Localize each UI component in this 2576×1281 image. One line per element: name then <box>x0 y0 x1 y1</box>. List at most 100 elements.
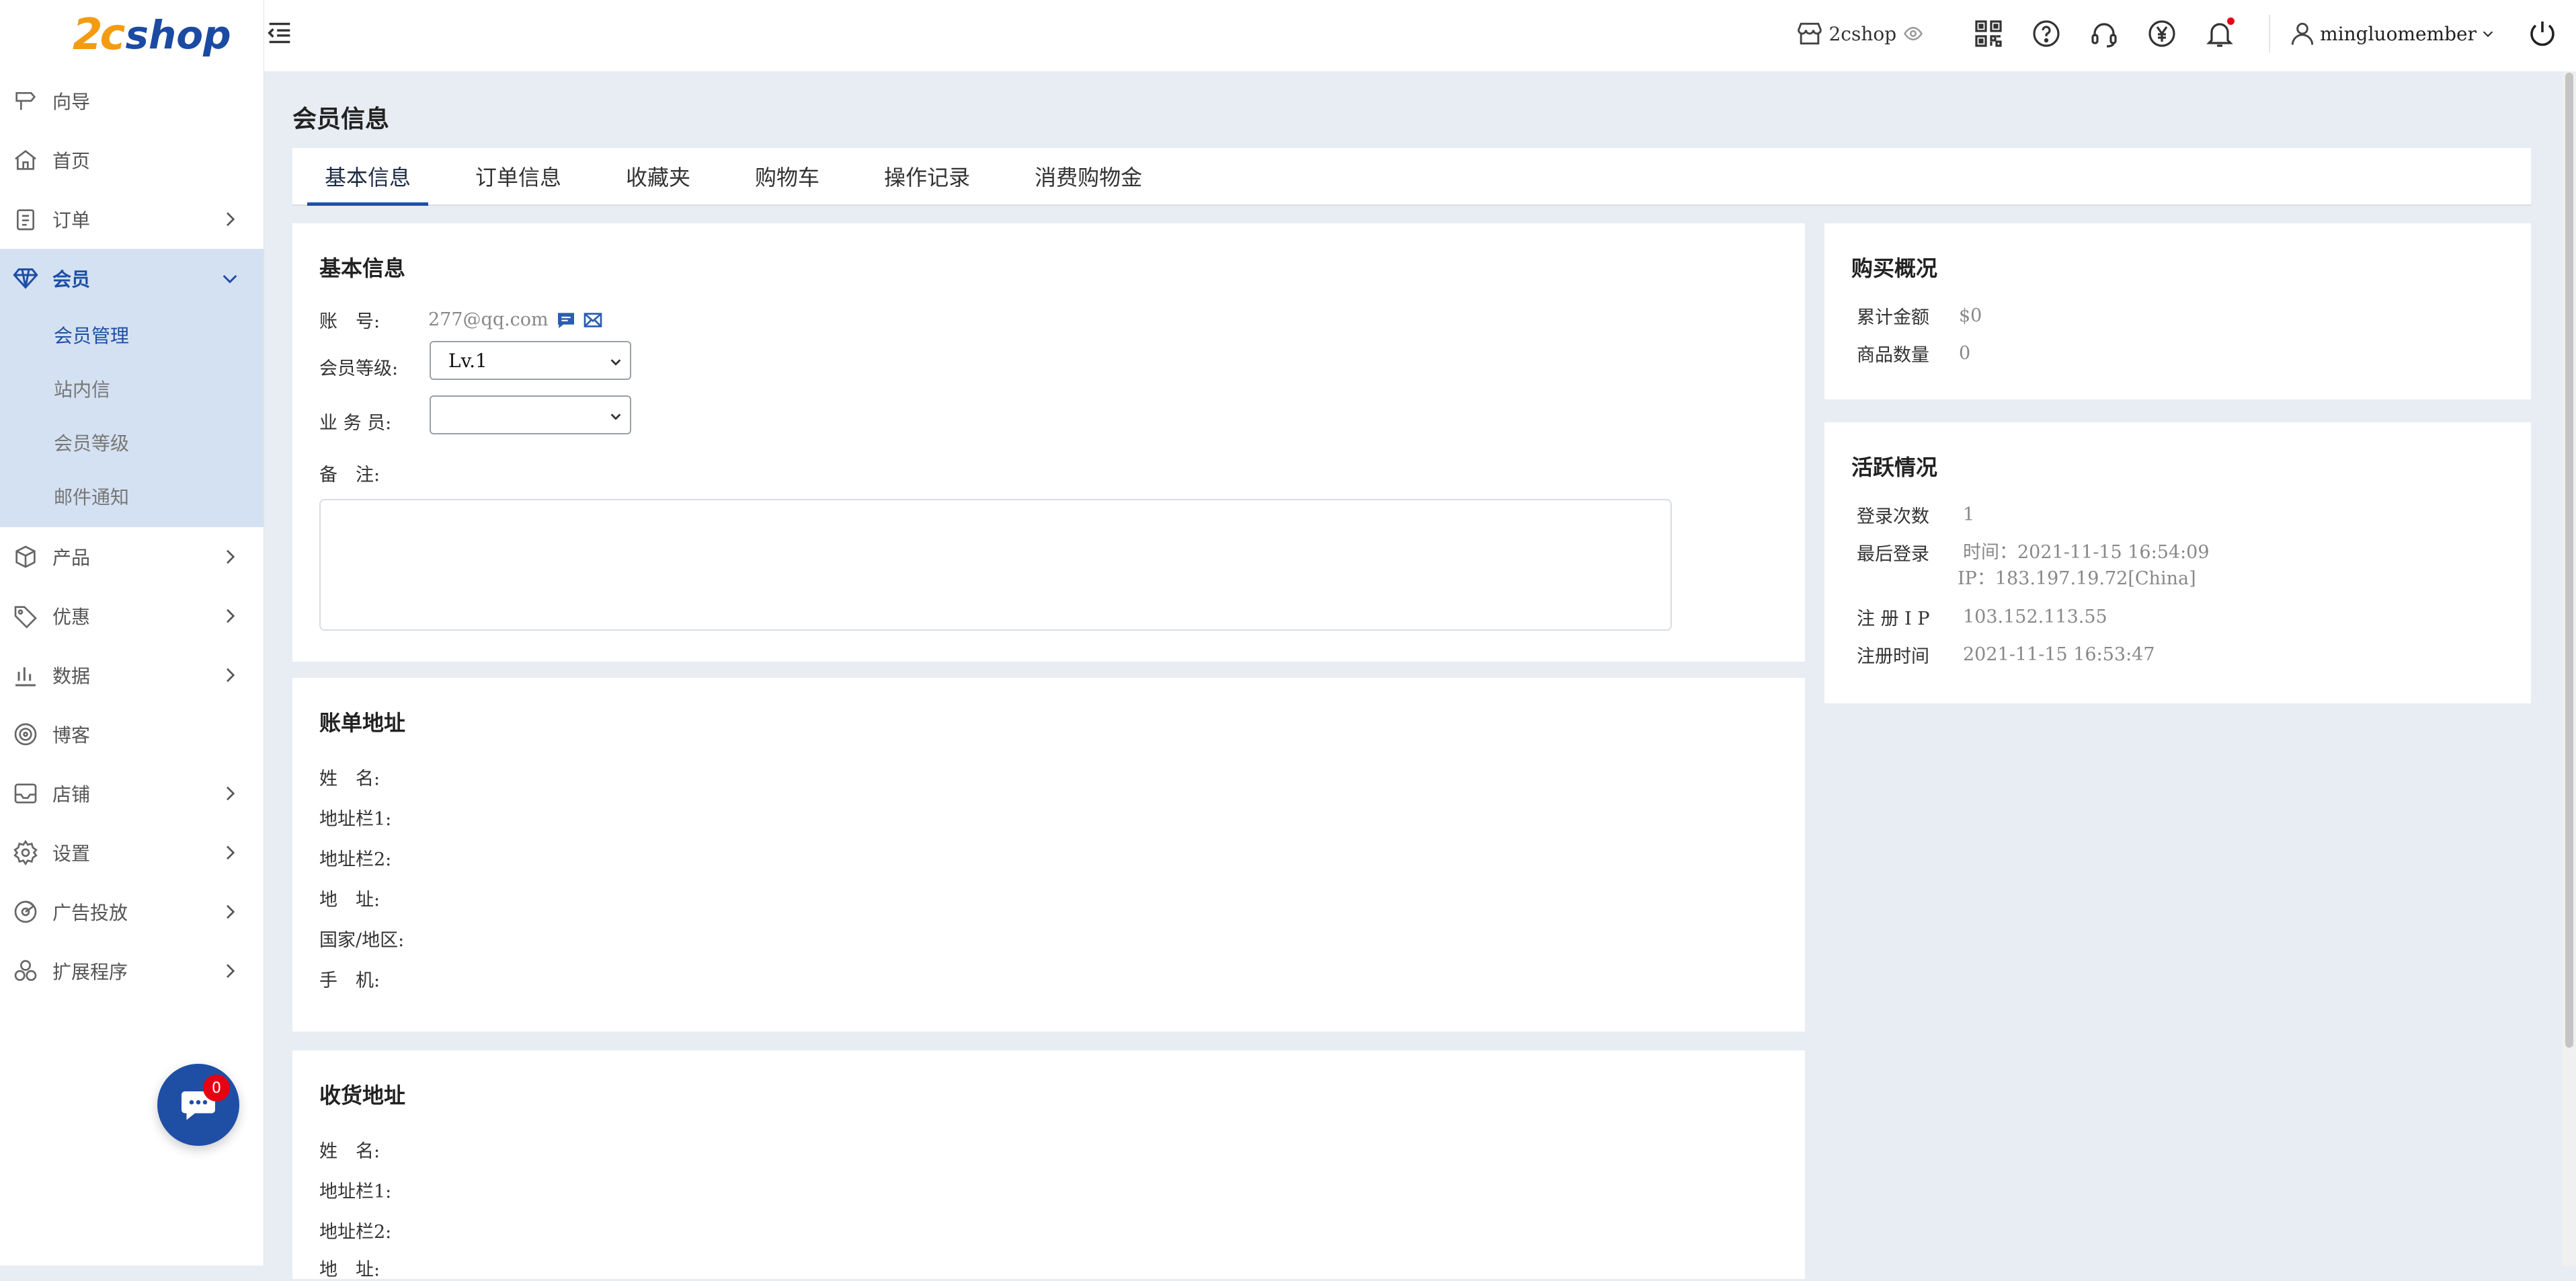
tab-favorites[interactable]: 收藏夹 <box>608 148 708 204</box>
message-icon[interactable] <box>555 309 577 331</box>
sidebar-item-home[interactable]: 首页 <box>0 130 264 190</box>
sidebar-item-label: 店铺 <box>52 783 91 806</box>
sidebar-item-label: 博客 <box>52 724 91 746</box>
field-label: 业 务 员: <box>319 413 392 434</box>
last-login-row: 最后登录 时间：2021-11-15 16:54:09 IP：183.197.1… <box>1857 539 2210 592</box>
sidebar-item-data[interactable]: 数据 <box>0 646 264 705</box>
chevron-right-icon <box>219 605 241 627</box>
sidebar-item-members[interactable]: 会员 <box>0 249 264 308</box>
sidebar-item-label: 设置 <box>52 843 91 865</box>
sidebar-item-label: 首页 <box>52 150 91 172</box>
billing-name-row: 姓 名: <box>319 764 380 790</box>
sidebar-item-blog[interactable]: 博客 <box>0 705 264 764</box>
chevron-down-icon <box>608 354 623 369</box>
tab-order-info[interactable]: 订单信息 <box>458 148 579 204</box>
sidebar-item-products[interactable]: 产品 <box>0 527 264 586</box>
field-label: 国家/地区: <box>319 930 405 951</box>
stat-label: 注 册 I P <box>1857 609 1930 629</box>
sidebar-item-orders[interactable]: 订单 <box>0 190 264 249</box>
ads-icon <box>12 898 39 925</box>
billing-address-row: 地 址: <box>319 885 380 911</box>
bell-icon[interactable] <box>2204 17 2236 50</box>
help-icon[interactable] <box>2030 17 2062 50</box>
billing-address1-row: 地址栏1: <box>319 804 391 830</box>
currency-yen-icon[interactable] <box>2146 17 2178 50</box>
total-amount-value: $0 <box>1959 305 1982 326</box>
sidebar-item-label: 订单 <box>52 209 91 231</box>
sidebar-item-promotions[interactable]: 优惠 <box>0 586 264 646</box>
shipping-address1-row: 地址栏1: <box>319 1177 391 1203</box>
mail-icon[interactable] <box>582 309 604 331</box>
main-content: 会员信息 基本信息 订单信息 收藏夹 购物车 操作记录 消费购物金 基本信息 账… <box>264 71 2563 1280</box>
menu-collapse-icon <box>264 17 295 48</box>
last-login-ip: IP：183.197.19.72[China] <box>1958 568 2196 590</box>
qrcode-icon[interactable] <box>1972 17 2005 50</box>
submenu-member-management[interactable]: 会员管理 <box>0 308 264 362</box>
register-time-value: 2021-11-15 16:53:47 <box>1963 644 2155 665</box>
tab-shopping-credit[interactable]: 消费购物金 <box>1017 148 1160 204</box>
submenu-inbox[interactable]: 站内信 <box>0 362 264 416</box>
store-icon <box>1795 19 1824 48</box>
user-menu[interactable]: mingluomember <box>2288 19 2498 48</box>
stat-label: 商品数量 <box>1857 345 1929 366</box>
sidebar-item-settings[interactable]: 设置 <box>0 823 264 882</box>
billing-address-card: 账单地址 姓 名: 地址栏1: 地址栏2: 地 址: 国家/地区: 手 机: <box>292 678 1805 1032</box>
card-title: 收货地址 <box>319 1083 406 1108</box>
member-level-row: 会员等级: <box>319 354 398 380</box>
sidebar-item-label: 会员 <box>52 268 91 290</box>
topbar: 2cshop mingluomember <box>264 0 2576 71</box>
register-ip-value: 103.152.113.55 <box>1963 607 2107 627</box>
register-ip-row: 注 册 I P 103.152.113.55 <box>1857 604 2107 630</box>
chevron-down-icon <box>608 409 623 424</box>
shipping-address2-row: 地址栏2: <box>319 1217 391 1243</box>
sidebar-item-label: 数据 <box>52 665 91 687</box>
tag-icon <box>12 603 39 629</box>
remark-textarea[interactable] <box>319 499 1672 631</box>
tab-cart[interactable]: 购物车 <box>737 148 837 204</box>
last-login-value: 时间：2021-11-15 16:54:09 IP：183.197.19.72[… <box>1958 539 2210 592</box>
page-title: 会员信息 <box>292 105 390 133</box>
headset-icon[interactable] <box>2088 17 2120 50</box>
sidebar-item-extensions[interactable]: 扩展程序 <box>0 941 264 1001</box>
login-count-value: 1 <box>1963 504 1975 525</box>
salesman-row: 业 务 员: <box>319 408 391 434</box>
tab-basic-info[interactable]: 基本信息 <box>307 148 429 206</box>
chevron-right-icon <box>219 664 241 686</box>
topbar-actions: 2cshop mingluomember <box>1795 0 2559 67</box>
shop-switcher[interactable]: 2cshop <box>1795 19 1927 48</box>
billing-phone-row: 手 机: <box>319 966 380 992</box>
member-level-select[interactable]: Lv.1 <box>430 341 631 380</box>
account-value: 277@qq.com <box>428 309 549 330</box>
logo[interactable]: 2c shop <box>73 3 231 67</box>
field-label: 地 址: <box>319 890 380 910</box>
eye-icon[interactable] <box>1903 24 1923 44</box>
chat-button[interactable]: 0 <box>157 1064 239 1146</box>
submenu-email-notify[interactable]: 邮件通知 <box>0 469 264 523</box>
chevron-right-icon <box>219 901 241 923</box>
username: mingluomember <box>2320 22 2477 45</box>
field-label: 姓 名: <box>319 1141 380 1162</box>
salesman-select[interactable] <box>430 395 631 434</box>
sidebar-toggle-button[interactable] <box>264 0 305 67</box>
sidebar-item-label: 产品 <box>52 547 91 569</box>
sidebar: 2c shop 向导 首页 订单 会员 会员管理 站内信 会员等级 邮件通知 产… <box>0 0 264 1266</box>
submenu-member-level[interactable]: 会员等级 <box>0 416 264 469</box>
basic-info-card: 基本信息 账 号: 277@qq.com 会员等级: Lv.1 业 务 员: 备… <box>292 223 1805 662</box>
card-title: 账单地址 <box>319 710 406 736</box>
card-title: 活跃情况 <box>1851 455 1938 480</box>
chevron-right-icon <box>219 208 241 230</box>
total-amount-row: 累计金额 $0 <box>1857 303 1982 329</box>
box-icon <box>12 543 39 570</box>
page-scrollbar[interactable] <box>2563 71 2576 1266</box>
tab-activity-log[interactable]: 操作记录 <box>867 148 988 204</box>
sidebar-item-store[interactable]: 店铺 <box>0 764 264 823</box>
logout-button[interactable] <box>2526 17 2559 50</box>
card-title: 购买概况 <box>1851 256 1938 281</box>
billing-country-row: 国家/地区: <box>319 925 404 952</box>
chevron-right-icon <box>219 842 241 863</box>
extensions-icon <box>12 958 39 984</box>
sidebar-item-ads[interactable]: 广告投放 <box>0 882 264 941</box>
shipping-name-row: 姓 名: <box>319 1136 380 1163</box>
sidebar-item-guide[interactable]: 向导 <box>0 71 264 130</box>
scrollbar-thumb[interactable] <box>2565 73 2573 1048</box>
